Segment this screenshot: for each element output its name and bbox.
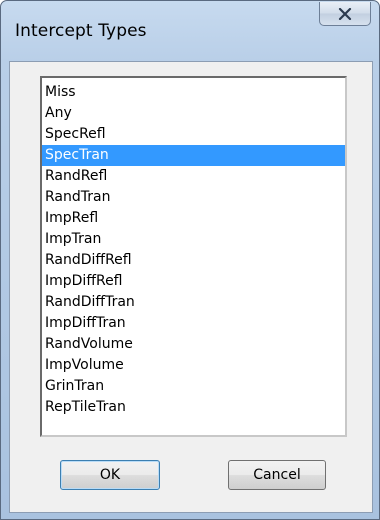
list-item[interactable]: RandRefl [42, 166, 345, 187]
list-item[interactable]: ImpDiffTran [42, 313, 345, 334]
list-item[interactable]: RepTileTran [42, 397, 345, 418]
list-item[interactable]: RandVolume [42, 334, 345, 355]
list-item[interactable]: RandDiffRefl [42, 250, 345, 271]
dialog-body: Miss Any SpecRefl SpecTran RandRefl RandTran I… [9, 61, 373, 513]
close-icon [338, 7, 352, 20]
dialog-title: Intercept Types [15, 21, 147, 41]
title-bar[interactable]: Intercept Types [1, 1, 379, 61]
intercept-types-list: Miss Any SpecRefl SpecTran RandRefl RandTran I… [42, 78, 345, 418]
list-item[interactable]: Any [42, 103, 345, 124]
list-item[interactable]: ImpDiffRefl [42, 271, 345, 292]
list-item[interactable]: ImpTran [42, 229, 345, 250]
ok-button[interactable]: OK [60, 460, 160, 490]
intercept-types-listbox[interactable]: Miss Any SpecRefl SpecTran RandRefl RandTran I… [40, 76, 347, 437]
cancel-button[interactable]: Cancel [228, 460, 326, 490]
list-item[interactable]: RandTran [42, 187, 345, 208]
intercept-types-dialog: Intercept Types Miss Any SpecRefl SpecTran R… [0, 0, 380, 520]
list-item[interactable]: GrinTran [42, 376, 345, 397]
list-item[interactable]: Miss [42, 82, 345, 103]
list-item[interactable]: ImpVolume [42, 355, 345, 376]
list-item-selected[interactable]: SpecTran [42, 145, 345, 166]
close-button[interactable] [319, 2, 371, 26]
list-item[interactable]: ImpRefl [42, 208, 345, 229]
list-item[interactable]: RandDiffTran [42, 292, 345, 313]
list-item[interactable]: SpecRefl [42, 124, 345, 145]
